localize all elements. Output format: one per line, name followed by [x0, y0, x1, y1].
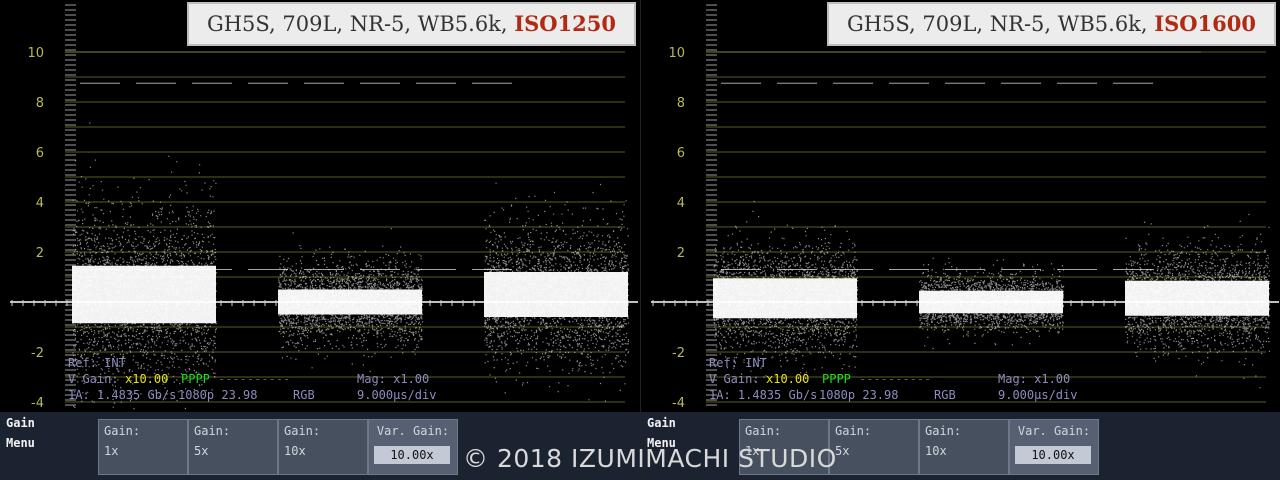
- panel-title: GH5S, 709L, NR-5, WB5.6k, ISO1600: [826, 2, 1276, 46]
- pppp-indicator: PPPP: [181, 372, 210, 386]
- ref-status: Ref: INT: [68, 356, 126, 370]
- y-tick-label: -2: [31, 346, 44, 361]
- y-tick-label: -4: [672, 396, 685, 411]
- gain-5x-button[interactable]: Gain: 5x: [188, 419, 278, 475]
- trace-b: [1125, 213, 1271, 389]
- copyright-watermark: © 2018 IZUMIMACHI STUDIO: [463, 444, 837, 473]
- waveform-display: 10 8 6 4 2 -2 -4: [10, 4, 638, 411]
- y-tick-label: 8: [36, 96, 44, 111]
- y-tick-label: 2: [677, 246, 685, 261]
- gain-button-label: Gain:: [745, 424, 782, 438]
- waveform-panel-iso1250: 10 8 6 4 2 -2 -4 GH5S, 709L, NR-5, WB5.6k, ISO…: [0, 0, 640, 480]
- gain-button-value: 10x: [925, 444, 947, 458]
- y-tick-label: -4: [31, 396, 44, 411]
- panel-title: GH5S, 709L, NR-5, WB5.6k, ISO1250: [186, 2, 636, 46]
- menu-title-line2: Menu: [6, 436, 35, 450]
- y-tick-label: 10: [668, 46, 685, 61]
- mag-status: Mag: x1.00: [357, 372, 430, 386]
- var-gain-button[interactable]: Var. Gain: 10.00x: [368, 419, 458, 475]
- iso-label: ISO1250: [514, 11, 616, 36]
- y-tick-label: 2: [36, 246, 44, 261]
- gain-10x-button[interactable]: Gain: 10x: [278, 419, 368, 475]
- vgain-label: V Gain:: [709, 372, 760, 386]
- gain-button-label: Gain:: [104, 424, 141, 438]
- gain-button-value: 10x: [284, 444, 306, 458]
- gain-10x-button[interactable]: Gain: 10x: [919, 419, 1009, 475]
- video-format: 1080p 23.98: [819, 388, 899, 402]
- trace-b: [484, 182, 630, 402]
- trace-g: [919, 257, 1065, 350]
- gain-button-value: 1x: [104, 444, 119, 458]
- y-tick-label: 4: [677, 196, 685, 211]
- mag-status: Mag: x1.00: [998, 372, 1071, 386]
- gain-button-label: Gain:: [925, 424, 962, 438]
- gain-dashes: ----------: [218, 372, 291, 386]
- y-tick-label: 8: [677, 96, 685, 111]
- title-prefix: GH5S, 709L, NR-5, WB5.6k,: [846, 12, 1148, 36]
- pppp-indicator: PPPP: [822, 372, 851, 386]
- var-gain-button[interactable]: Var. Gain: 10.00x: [1009, 419, 1099, 475]
- gain-dashes: ----------: [859, 372, 932, 386]
- y-tick-label: 4: [36, 196, 44, 211]
- link-rate: 1A: 1.4835 Gb/s: [68, 388, 177, 402]
- var-gain-value: 10.00x: [1015, 446, 1091, 464]
- color-space: RGB: [934, 388, 956, 402]
- y-tick-label: 10: [27, 46, 44, 61]
- gain-button-label: Gain:: [194, 424, 231, 438]
- y-tick-label: -2: [672, 346, 685, 361]
- video-format: 1080p 23.98: [178, 388, 258, 402]
- color-space: RGB: [293, 388, 315, 402]
- gain-button-value: 5x: [835, 444, 850, 458]
- var-gain-label: Var. Gain:: [1017, 424, 1091, 438]
- menu-title-line1: Gain: [647, 416, 676, 430]
- gain-button-label: Gain:: [284, 424, 321, 438]
- vgain-value: x10.00: [766, 372, 810, 386]
- gain-5x-button[interactable]: Gain: 5x: [829, 419, 919, 475]
- var-gain-value: 10.00x: [374, 446, 450, 464]
- y-tick-label: 6: [36, 146, 44, 161]
- sweep-rate: 9.000μs/div: [998, 388, 1078, 402]
- var-gain-label: Var. Gain:: [376, 424, 450, 438]
- gain-1x-button[interactable]: Gain: 1x: [98, 419, 188, 475]
- sweep-rate: 9.000μs/div: [357, 388, 437, 402]
- waveform-display: 10 8 6 4 2 -2 -4: [651, 4, 1279, 411]
- gain-button-value: 5x: [194, 444, 209, 458]
- waveform-panel-iso1600: 10 8 6 4 2 -2 -4 GH5S, 709L, NR-5, WB5.6k, ISO…: [640, 0, 1280, 480]
- vgain-label: V Gain:: [68, 372, 119, 386]
- gain-button-label: Gain:: [835, 424, 872, 438]
- title-prefix: GH5S, 709L, NR-5, WB5.6k,: [206, 12, 508, 36]
- iso-label: ISO1600: [1154, 11, 1256, 36]
- ref-status: Ref: INT: [709, 356, 767, 370]
- link-rate: 1A: 1.4835 Gb/s: [709, 388, 818, 402]
- y-tick-label: 6: [677, 146, 685, 161]
- trace-g: [278, 228, 424, 373]
- vgain-value: x10.00: [125, 372, 169, 386]
- menu-title-line1: Gain: [6, 416, 35, 430]
